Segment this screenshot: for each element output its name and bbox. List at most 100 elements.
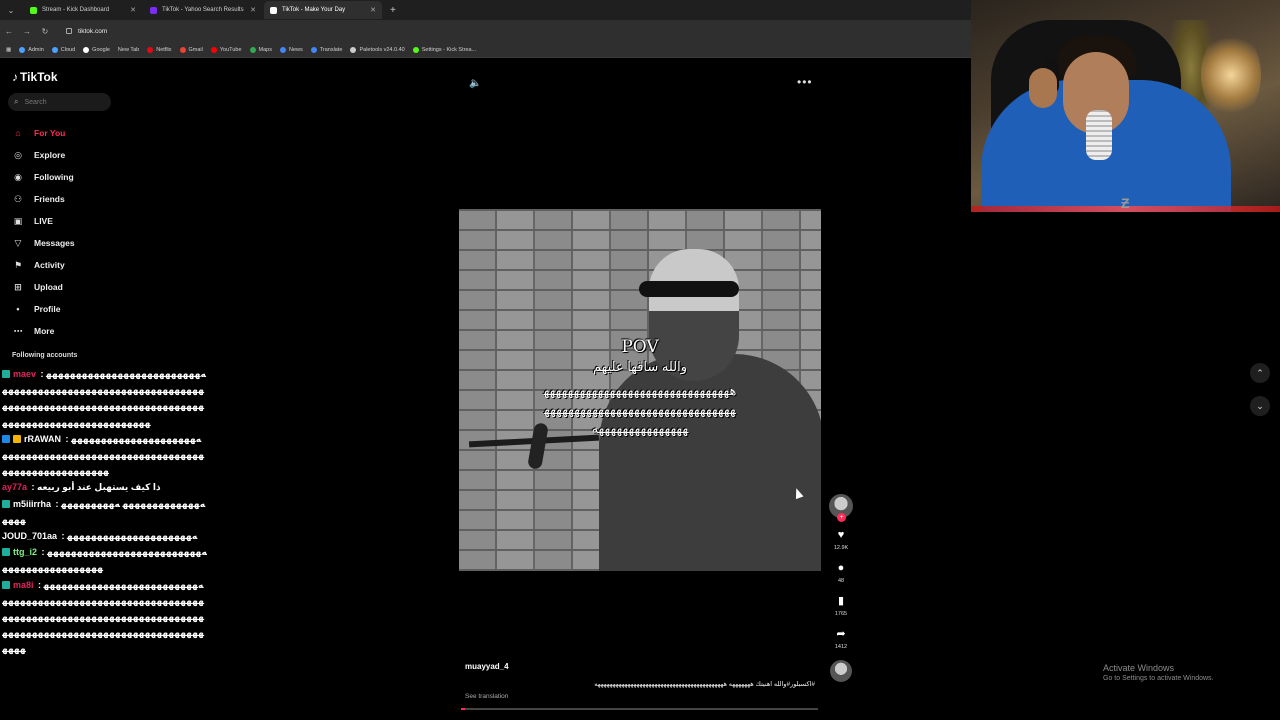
like-count: 12.9K bbox=[833, 545, 849, 551]
chat-badge-icon bbox=[2, 434, 10, 443]
tab-yahoo-search[interactable]: TikTok - Yahoo Search Results ✕ bbox=[144, 1, 262, 19]
video-caption-arabic: والله ساقها عليهم bbox=[593, 359, 687, 374]
live-icon: ▣ bbox=[13, 215, 23, 226]
netflix-icon bbox=[147, 46, 154, 53]
tiktok-logo[interactable]: ♪ TikTok bbox=[12, 70, 58, 84]
search-placeholder: Search bbox=[24, 98, 47, 106]
bookmark-youtube[interactable]: YouTube bbox=[210, 46, 242, 53]
site-info-icon[interactable] bbox=[66, 28, 72, 34]
chat-text: ﻪﻬﻬﻬﻬﻬﻬﻬﻬﻬﻬﻬﻬﻬﻬﻬﻬﻬﻬﻬﻬﻬ bbox=[67, 531, 198, 542]
chat-badge-icon bbox=[2, 370, 10, 378]
like-action[interactable]: ♥ 12.9K bbox=[826, 528, 856, 551]
new-tab-plus-icon[interactable]: + bbox=[390, 5, 396, 16]
nav-messages[interactable]: ▽ Messages bbox=[12, 232, 75, 254]
bookmark-paletools[interactable]: Paletools v24.0.40 bbox=[350, 46, 405, 53]
share-arrow-icon[interactable]: ➦ bbox=[826, 627, 856, 641]
video-author[interactable]: muayyad_4 bbox=[465, 662, 509, 671]
main-nav: ⌂ For You ◎ Explore ◉ Following ⚇ Friends ▣ L… bbox=[12, 122, 75, 342]
chat-message: maev : ﻪﻬﻬﻬﻬﻬﻬﻬﻬﻬﻬﻬﻬﻬﻬﻬﻬﻬﻬﻬﻬﻬﻬﻬﻬﻬﻬﻬﻬﻬﻬﻬﻬ… bbox=[2, 369, 206, 428]
follow-plus-icon[interactable]: + bbox=[837, 513, 846, 522]
video-description: #اكسبلور#والله اهنيتك هههههههه ههههههههه… bbox=[594, 681, 815, 688]
bookmarks-bar: ▦ Admin Cloud Google New Tab Netflix Gma… bbox=[0, 42, 971, 58]
video-progress-fill bbox=[461, 708, 465, 710]
nav-more[interactable]: ⋯ More bbox=[12, 320, 75, 342]
comment-icon[interactable]: ● bbox=[826, 561, 856, 575]
globe-icon bbox=[350, 46, 357, 53]
nav-profile[interactable]: • Profile bbox=[12, 298, 75, 320]
bookmark-google[interactable]: Google bbox=[83, 46, 110, 53]
chat-message: m5iiirrha : ﻪﻬﻬﻬﻬﻬﻬﻬﻬﻬﻬﻬﻬﻬ ﻪﻬﻬﻬﻬﻬﻬﻬﻬﻬﻬﻬﻬ… bbox=[2, 498, 206, 525]
search-icon: ⌕ bbox=[14, 97, 19, 106]
tab-title: TikTok - Make Your Day bbox=[282, 7, 346, 13]
nav-following[interactable]: ◉ Following bbox=[12, 166, 75, 188]
nav-activity[interactable]: ⚑ Activity bbox=[12, 254, 75, 276]
bookmark-netflix[interactable]: Netflix bbox=[147, 46, 172, 53]
tab-search-icon[interactable]: ⌄ bbox=[0, 0, 22, 20]
share-action[interactable]: ➦ 1412 bbox=[826, 627, 856, 650]
following-accounts-heading: Following accounts bbox=[12, 352, 78, 359]
tab-kick-dashboard[interactable]: Stream - Kick Dashboard ✕ bbox=[24, 1, 142, 19]
heart-icon[interactable]: ♥ bbox=[826, 528, 856, 542]
activate-windows-subtitle: Go to Settings to activate Windows. bbox=[1103, 675, 1214, 682]
previous-video-chevron-up-icon[interactable]: ⌃ bbox=[1250, 363, 1270, 383]
reload-icon[interactable]: ↻ bbox=[36, 27, 54, 36]
comment-action[interactable]: ● 48 bbox=[826, 561, 856, 584]
bookmark-cloud[interactable]: Cloud bbox=[51, 46, 75, 53]
search-input[interactable]: ⌕ Search bbox=[8, 93, 111, 111]
bookmark-gmail[interactable]: Gmail bbox=[179, 46, 203, 53]
video-caption-pov: POV bbox=[621, 337, 659, 357]
streamer-webcam: Ƶ bbox=[971, 0, 1280, 212]
chat-badge-icon bbox=[13, 434, 21, 443]
chat-username: ay77a bbox=[2, 482, 28, 493]
messages-icon: ▽ bbox=[14, 237, 22, 248]
bookmark-kick-settings[interactable]: Settings - Kick Strea... bbox=[412, 46, 476, 53]
friends-icon: ⚇ bbox=[13, 193, 23, 204]
nav-explore[interactable]: ◎ Explore bbox=[12, 144, 75, 166]
forward-arrow-icon[interactable]: → bbox=[18, 27, 36, 36]
close-tab-icon[interactable]: ✕ bbox=[370, 6, 376, 14]
bookmark-translate[interactable]: Translate bbox=[310, 46, 342, 53]
sound-disc-avatar[interactable] bbox=[830, 660, 852, 682]
creator-avatar[interactable]: + bbox=[829, 494, 853, 522]
bookmark-icon[interactable]: ▮ bbox=[826, 594, 856, 608]
save-action[interactable]: ▮ 1765 bbox=[826, 594, 856, 617]
maps-icon bbox=[249, 46, 256, 53]
google-icon bbox=[83, 46, 90, 53]
next-video-chevron-down-icon[interactable]: ⌄ bbox=[1250, 396, 1270, 416]
url-text: tiktok.com bbox=[78, 27, 108, 35]
nav-for-you[interactable]: ⌂ For You bbox=[12, 122, 75, 144]
profile-avatar-icon: • bbox=[16, 304, 20, 314]
close-tab-icon[interactable]: ✕ bbox=[250, 6, 256, 14]
upload-plus-icon: ⊞ bbox=[14, 281, 22, 292]
more-dots-icon: ⋯ bbox=[13, 325, 23, 336]
activate-windows-title: Activate Windows bbox=[1103, 663, 1175, 673]
chat-badge-icon bbox=[2, 548, 10, 557]
address-bar-row: ← → ↻ tiktok.com bbox=[0, 20, 971, 42]
bookmark-news[interactable]: News bbox=[279, 46, 303, 53]
kick-favicon-icon bbox=[30, 6, 37, 14]
nav-friends[interactable]: ⚇ Friends bbox=[12, 188, 75, 210]
video-progress-bar[interactable] bbox=[461, 708, 818, 710]
youtube-icon bbox=[210, 46, 217, 53]
chat-text: ﻪﻬﻬﻬﻬﻬﻬﻬﻬﻬﻬﻬﻬﻬﻬﻬﻬﻬﻬﻬﻬﻬﻬﻬﻬﻬﻬﻬﻬﻬﻬﻬﻬﻬﻬﻬﻬﻬﻬﻬ… bbox=[2, 579, 205, 655]
nav-upload[interactable]: ⊞ Upload bbox=[12, 276, 75, 298]
tab-tiktok[interactable]: TikTok - Make Your Day ✕ bbox=[264, 1, 382, 19]
more-options-icon[interactable]: ••• bbox=[797, 75, 813, 89]
translate-icon bbox=[310, 46, 317, 53]
streamer-logo-icon: Ƶ bbox=[1121, 195, 1130, 211]
see-translation-link[interactable]: See translation bbox=[465, 693, 508, 700]
apps-grid-icon[interactable]: ▦ bbox=[6, 47, 11, 53]
close-tab-icon[interactable]: ✕ bbox=[130, 6, 136, 14]
bookmark-maps[interactable]: Maps bbox=[249, 46, 272, 53]
bookmark-admin[interactable]: Admin bbox=[19, 46, 44, 53]
tiktok-favicon-icon bbox=[270, 6, 277, 14]
nav-live[interactable]: ▣ LIVE bbox=[12, 210, 75, 232]
volume-icon[interactable]: 🔈 bbox=[469, 78, 481, 89]
activity-icon: ⚑ bbox=[13, 259, 23, 270]
video-caption-laugh: هههههههههههههههههههههههههههههههههههههههه… bbox=[543, 383, 737, 436]
bookmark-new-tab[interactable]: New Tab bbox=[118, 47, 139, 53]
url-field[interactable]: tiktok.com bbox=[60, 23, 940, 39]
back-arrow-icon[interactable]: ← bbox=[0, 27, 18, 36]
video-player[interactable]: POV والله ساقها عليهم هههههههههههههههههه… bbox=[459, 209, 821, 571]
sunglasses bbox=[639, 281, 739, 297]
